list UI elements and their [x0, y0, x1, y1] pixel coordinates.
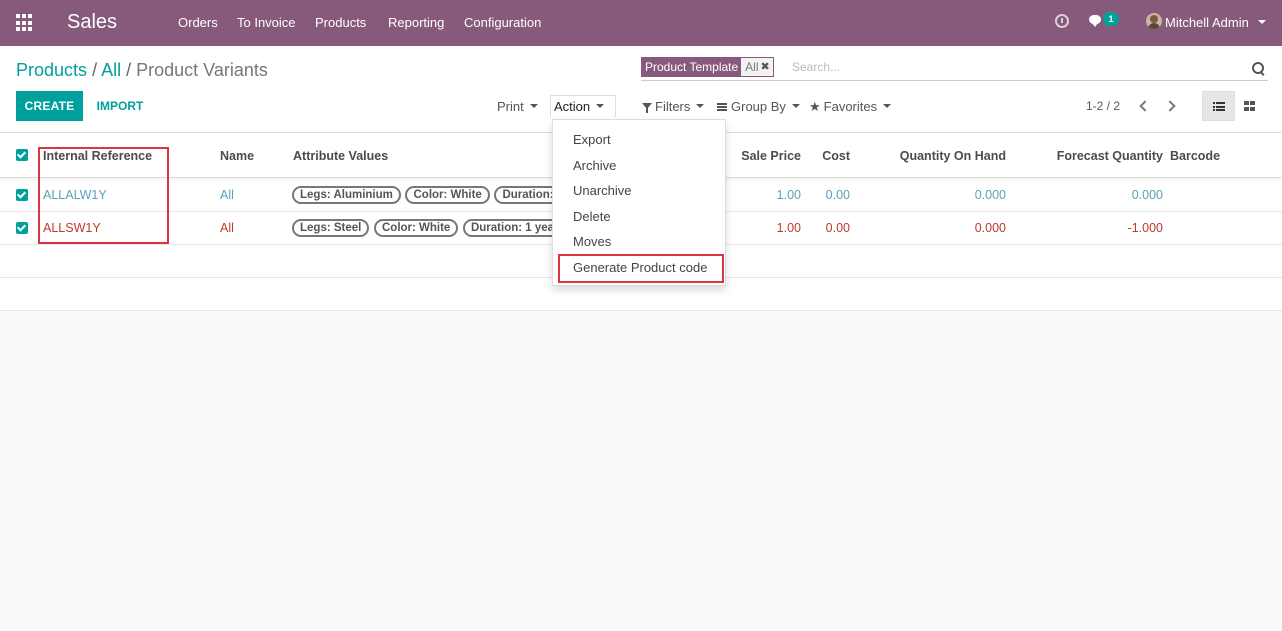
header-sale-price[interactable]: Sale Price [720, 149, 801, 163]
user-caret-icon [1258, 20, 1266, 24]
list-view-icon [1213, 102, 1225, 111]
apps-grid-icon[interactable] [16, 14, 34, 32]
filter-icon [642, 103, 652, 114]
menu-orders[interactable]: Orders [178, 15, 218, 30]
top-navbar: Sales Orders To Invoice Products Reporti… [0, 0, 1282, 46]
print-label: Print [497, 99, 524, 114]
breadcrumb-current: Product Variants [136, 60, 268, 80]
caret-down-icon [696, 104, 705, 109]
header-qty-on-hand[interactable]: Quantity On Hand [870, 149, 1006, 163]
header-name[interactable]: Name [220, 149, 254, 163]
caret-down-icon [529, 104, 538, 109]
filters-label: Filters [655, 99, 691, 114]
attribute-tag: Color: White [373, 219, 459, 237]
breadcrumb-products[interactable]: Products [16, 60, 87, 80]
action-delete[interactable]: Delete [573, 209, 611, 224]
facet-value: All [741, 58, 761, 76]
attribute-tag: Legs: Aluminium [292, 186, 401, 204]
breadcrumb-all[interactable]: All [101, 60, 121, 80]
print-dropdown[interactable]: Print [497, 99, 538, 114]
action-archive[interactable]: Archive [573, 158, 616, 173]
cell-sale-price: 1.00 [776, 221, 801, 235]
attribute-tag: Color: White [405, 186, 490, 204]
cell-forecast-qty: -1.000 [1127, 221, 1163, 235]
attribute-tag: Duration: 1 year [462, 219, 552, 237]
header-cost[interactable]: Cost [800, 149, 850, 163]
cell-qty-on-hand: 0.000 [974, 188, 1006, 202]
attribute-tag: Duration: 1 year [494, 186, 552, 204]
cell-name: All [220, 221, 234, 235]
menu-products[interactable]: Products [315, 15, 366, 30]
pager-previous-icon[interactable] [1139, 100, 1151, 112]
facet-close-icon[interactable]: ✖ [760, 58, 773, 76]
menu-configuration[interactable]: Configuration [464, 15, 541, 30]
search-bar: Product Template All ✖ [641, 57, 1268, 81]
action-menu: Export Archive Unarchive Delete Moves Ge… [552, 119, 726, 286]
import-button[interactable]: IMPORT [88, 91, 152, 121]
search-input[interactable] [792, 58, 1232, 76]
action-export[interactable]: Export [573, 132, 611, 147]
action-label: Action [554, 99, 591, 114]
search-icon[interactable] [1252, 62, 1266, 76]
select-all-checkbox[interactable] [16, 149, 28, 161]
header-attribute-values[interactable]: Attribute Values [293, 149, 388, 163]
user-menu[interactable]: Mitchell Admin [1165, 15, 1249, 30]
caret-down-icon [883, 104, 892, 109]
breadcrumb-separator: / [92, 60, 102, 80]
pager-next-icon[interactable] [1164, 100, 1176, 112]
header-barcode[interactable]: Barcode [1170, 149, 1220, 163]
menu-to-invoice[interactable]: To Invoice [237, 15, 296, 30]
attribute-tag: Legs: Steel [292, 219, 370, 237]
activity-clock-icon[interactable] [1055, 14, 1069, 28]
search-facet: Product Template All ✖ [641, 57, 774, 77]
row-checkbox[interactable] [16, 189, 28, 201]
chat-count-badge: 1 [1103, 12, 1119, 26]
menu-reporting[interactable]: Reporting [388, 15, 444, 30]
action-moves[interactable]: Moves [573, 234, 611, 249]
filters-dropdown[interactable]: Filters [642, 99, 705, 114]
breadcrumb: Products / All / Product Variants [16, 60, 268, 81]
favorites-label: Favorites [823, 99, 878, 114]
internal-reference-highlight [38, 147, 169, 244]
list-view-button[interactable] [1202, 91, 1235, 121]
cell-name: All [220, 188, 234, 202]
kanban-view-icon [1244, 101, 1255, 111]
cell-forecast-qty: 0.000 [1131, 188, 1163, 202]
cell-qty-on-hand: 0.000 [974, 221, 1006, 235]
generate-product-code-highlight [558, 254, 724, 283]
action-dropdown[interactable]: Action [550, 95, 616, 117]
facet-label: Product Template [642, 58, 742, 76]
caret-down-icon [791, 104, 800, 109]
app-title: Sales [67, 11, 118, 33]
cell-cost: 0.00 [825, 221, 850, 235]
user-avatar[interactable] [1146, 13, 1162, 29]
groupby-dropdown[interactable]: Group By [717, 99, 800, 114]
cell-attribute-values: Legs: Aluminium Color: White Duration: 1… [292, 186, 552, 206]
create-button[interactable]: CREATE [16, 91, 83, 121]
row-checkbox[interactable] [16, 222, 28, 234]
pager-value[interactable]: 1-2 / 2 [1086, 99, 1120, 113]
star-icon: ★ [809, 99, 821, 114]
header-forecast-qty[interactable]: Forecast Quantity [1030, 149, 1163, 163]
breadcrumb-separator: / [126, 60, 137, 80]
caret-down-icon [596, 104, 605, 109]
groupby-icon [717, 102, 727, 111]
favorites-dropdown[interactable]: ★ Favorites [809, 99, 892, 115]
groupby-label: Group By [731, 99, 786, 114]
action-unarchive[interactable]: Unarchive [573, 183, 632, 198]
kanban-view-button[interactable] [1235, 91, 1265, 121]
cell-sale-price: 1.00 [776, 188, 801, 202]
cell-cost: 0.00 [825, 188, 850, 202]
cell-attribute-values: Legs: Steel Color: White Duration: 1 yea… [292, 219, 552, 239]
